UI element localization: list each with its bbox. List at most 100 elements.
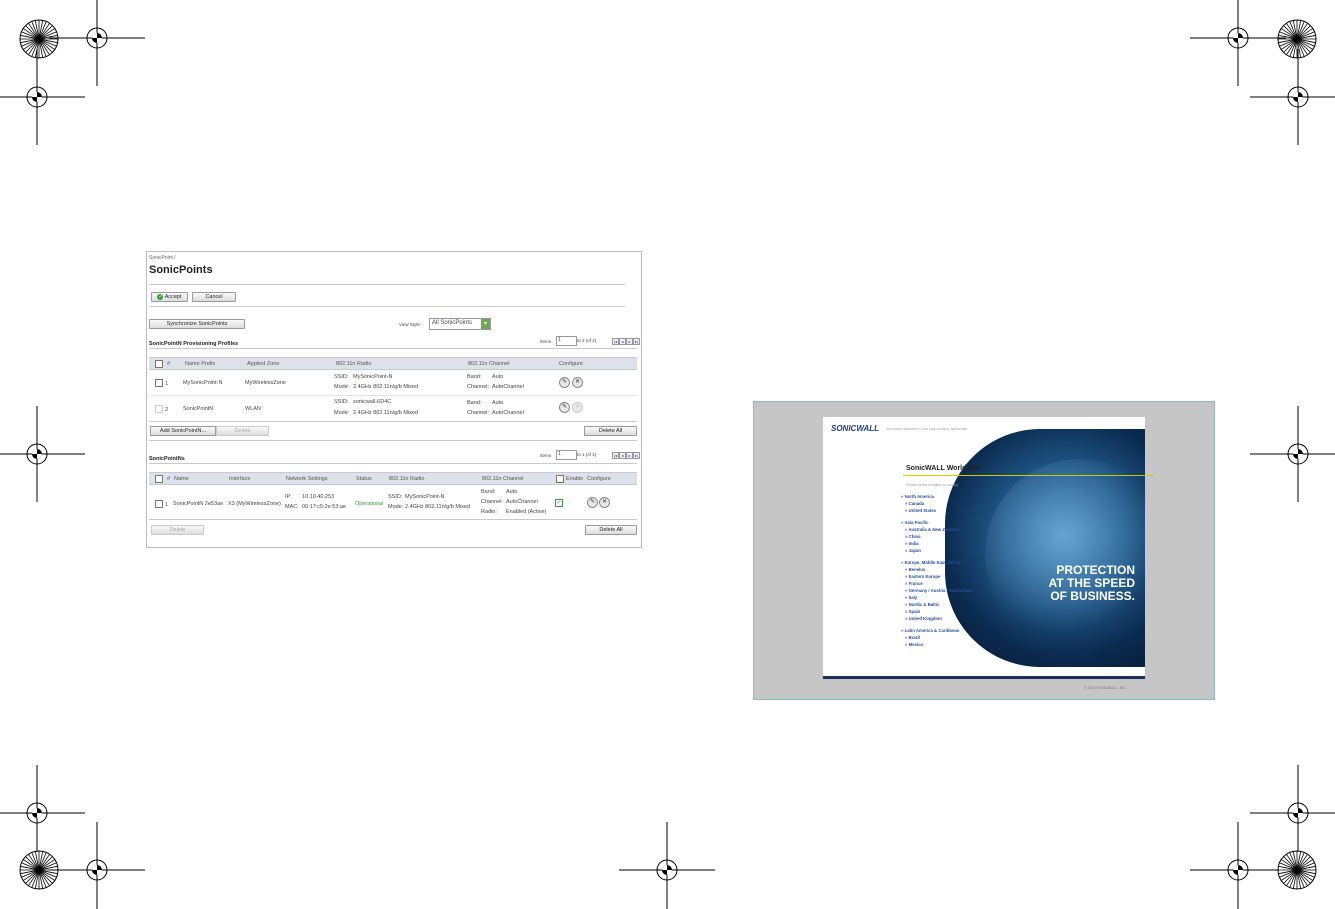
website-page: SONICWALL DYNAMIC SECURITY FOR THE GLOBA… bbox=[823, 417, 1153, 679]
enable-all-checkbox[interactable] bbox=[556, 475, 564, 483]
synchronize-button[interactable]: Synchronize SonicPoints bbox=[149, 319, 245, 329]
country-link[interactable]: » Germany / Austria / Switzerland bbox=[905, 588, 973, 593]
slogan-line: OF BUSINESS. bbox=[1050, 589, 1135, 603]
row-name: SonicPointN bbox=[183, 406, 214, 412]
add-sonicpointn-button[interactable]: Add SonicPointN... bbox=[150, 426, 216, 436]
country-label: India bbox=[908, 541, 919, 546]
col-name[interactable]: Name bbox=[174, 476, 189, 482]
row-mode: 2.4GHz 802.11n/g/b Mixed bbox=[353, 384, 419, 390]
country-link[interactable]: » Nordic & Baltic bbox=[905, 602, 939, 607]
radio-label: Radio: bbox=[481, 509, 497, 515]
region-label: Latin America & Caribbean bbox=[904, 628, 960, 633]
edit-icon[interactable]: ✎ bbox=[559, 377, 570, 388]
sonicwall-website-screenshot: SONICWALL DYNAMIC SECURITY FOR THE GLOBA… bbox=[753, 401, 1215, 700]
row-name: MySonicPoint-N bbox=[183, 380, 223, 386]
band-label: Band: bbox=[467, 400, 482, 406]
row-num: 2 bbox=[165, 407, 169, 413]
cancel-button[interactable]: Cancel bbox=[192, 292, 236, 302]
country-label: Benelux bbox=[908, 567, 926, 572]
row-checkbox[interactable] bbox=[155, 379, 163, 387]
region-emea[interactable]: » Europe, Middle East, Africa bbox=[901, 560, 960, 565]
country-label: Japan bbox=[908, 548, 922, 553]
row-checkbox[interactable] bbox=[155, 500, 163, 508]
row-mode: 2.4GHz 802.11n/g/b Mixed bbox=[405, 504, 471, 510]
copyright: © 2010 SONICWALL, INC. bbox=[1084, 686, 1127, 690]
sonicpoints-items-input[interactable]: 1 bbox=[556, 450, 577, 460]
col-name-prefix[interactable]: Name Prefix bbox=[185, 361, 215, 367]
col-applied-zone[interactable]: Applied Zone bbox=[247, 361, 279, 367]
edit-icon[interactable]: ✎ bbox=[587, 497, 598, 508]
region-latin-america[interactable]: » Latin America & Caribbean bbox=[901, 628, 959, 633]
tagline: DYNAMIC SECURITY FOR THE GLOBAL NETWORK bbox=[887, 427, 968, 431]
row-band: Auto bbox=[506, 489, 518, 495]
accept-button[interactable]: ✓ Accept bbox=[151, 292, 188, 302]
profiles-items-label: Items bbox=[540, 339, 552, 344]
country-link[interactable]: » Eastern Europe bbox=[905, 574, 940, 579]
page-title: SonicPoints bbox=[149, 264, 213, 276]
divider bbox=[149, 463, 637, 464]
last-page-icon[interactable]: ▸| bbox=[633, 338, 640, 345]
country-label: Mexico bbox=[908, 642, 924, 647]
row-num: 1 bbox=[165, 502, 169, 508]
first-page-icon[interactable]: |◂ bbox=[612, 338, 619, 345]
check-icon: ✓ bbox=[157, 293, 164, 300]
ssid-label: SSID: bbox=[334, 374, 349, 380]
country-link[interactable]: » Australia & New Zealand bbox=[905, 527, 959, 532]
sonicpoints-table-header: # Name Interface Network Settings Status… bbox=[149, 472, 637, 485]
breadcrumb[interactable]: SonicPoint / bbox=[149, 255, 176, 261]
region-label: Europe, Middle East, Africa bbox=[904, 560, 961, 565]
col-interface[interactable]: Interface bbox=[229, 476, 250, 482]
divider bbox=[149, 440, 637, 441]
profiles-items-input[interactable]: 1 bbox=[556, 336, 577, 346]
delete-icon: ✕ bbox=[572, 402, 583, 413]
edit-icon[interactable]: ✎ bbox=[559, 402, 570, 413]
delete-icon[interactable]: ✕ bbox=[599, 497, 610, 508]
col-status: Status bbox=[356, 476, 372, 482]
status-badge: Operational bbox=[355, 501, 384, 507]
view-style-select[interactable]: All SonicPoints ▼ bbox=[429, 318, 491, 330]
chevron-down-icon: ▼ bbox=[481, 319, 490, 329]
country-link[interactable]: » Mexico bbox=[905, 642, 923, 647]
country-link[interactable]: » Benelux bbox=[905, 567, 925, 572]
country-link[interactable]: » Japan bbox=[905, 548, 921, 553]
country-link[interactable]: » Brazil bbox=[905, 635, 920, 640]
prev-page-icon[interactable]: ◂ bbox=[619, 338, 626, 345]
next-page-icon[interactable]: ▸ bbox=[626, 338, 633, 345]
delete-all-button[interactable]: Delete All bbox=[585, 525, 637, 535]
country-label: Italy bbox=[908, 595, 918, 600]
col-channel: 802.11n Channel bbox=[468, 361, 510, 367]
country-label: Australia & New Zealand bbox=[908, 527, 959, 532]
country-link[interactable]: » Italy bbox=[905, 595, 917, 600]
country-link[interactable]: » United Kingdom bbox=[905, 616, 942, 621]
delete-button[interactable]: Delete bbox=[151, 525, 204, 535]
country-link[interactable]: » France bbox=[905, 581, 923, 586]
country-link[interactable]: » United States bbox=[905, 508, 936, 513]
row-checkbox[interactable] bbox=[155, 405, 163, 413]
country-link[interactable]: » Spain bbox=[905, 609, 920, 614]
channel-label: Channel: bbox=[467, 410, 490, 416]
enable-checkbox[interactable]: ✓ bbox=[555, 499, 563, 507]
country-link[interactable]: » Canada bbox=[905, 501, 924, 506]
prev-page-icon[interactable]: ◂ bbox=[619, 452, 626, 459]
delete-icon[interactable]: ✕ bbox=[572, 377, 583, 388]
sonicpoints-items-label: Items bbox=[540, 453, 552, 458]
profiles-table-header: # Name Prefix Applied Zone 802.11n Radio… bbox=[149, 357, 637, 370]
row-channel: AutoChannel bbox=[492, 410, 524, 416]
last-page-icon[interactable]: ▸| bbox=[633, 452, 640, 459]
country-label: France bbox=[908, 581, 923, 586]
sonicwall-logo[interactable]: SONICWALL bbox=[831, 424, 879, 433]
delete-button[interactable]: Delete bbox=[216, 426, 269, 436]
region-asia-pacific[interactable]: » Asia Pacific bbox=[901, 520, 929, 525]
country-link[interactable]: » China bbox=[905, 534, 921, 539]
footer-bar bbox=[823, 676, 1145, 679]
delete-all-button[interactable]: Delete All bbox=[584, 426, 637, 436]
first-page-icon[interactable]: |◂ bbox=[612, 452, 619, 459]
region-north-america[interactable]: » North America bbox=[901, 494, 934, 499]
select-all-checkbox[interactable] bbox=[155, 360, 163, 368]
divider bbox=[149, 348, 637, 349]
country-label: Germany / Austria / Switzerland bbox=[908, 588, 973, 593]
select-all-checkbox[interactable] bbox=[155, 475, 163, 483]
worldwide-heading: SonicWALL Worldwide bbox=[906, 465, 982, 472]
next-page-icon[interactable]: ▸ bbox=[626, 452, 633, 459]
country-link[interactable]: » India bbox=[905, 541, 919, 546]
